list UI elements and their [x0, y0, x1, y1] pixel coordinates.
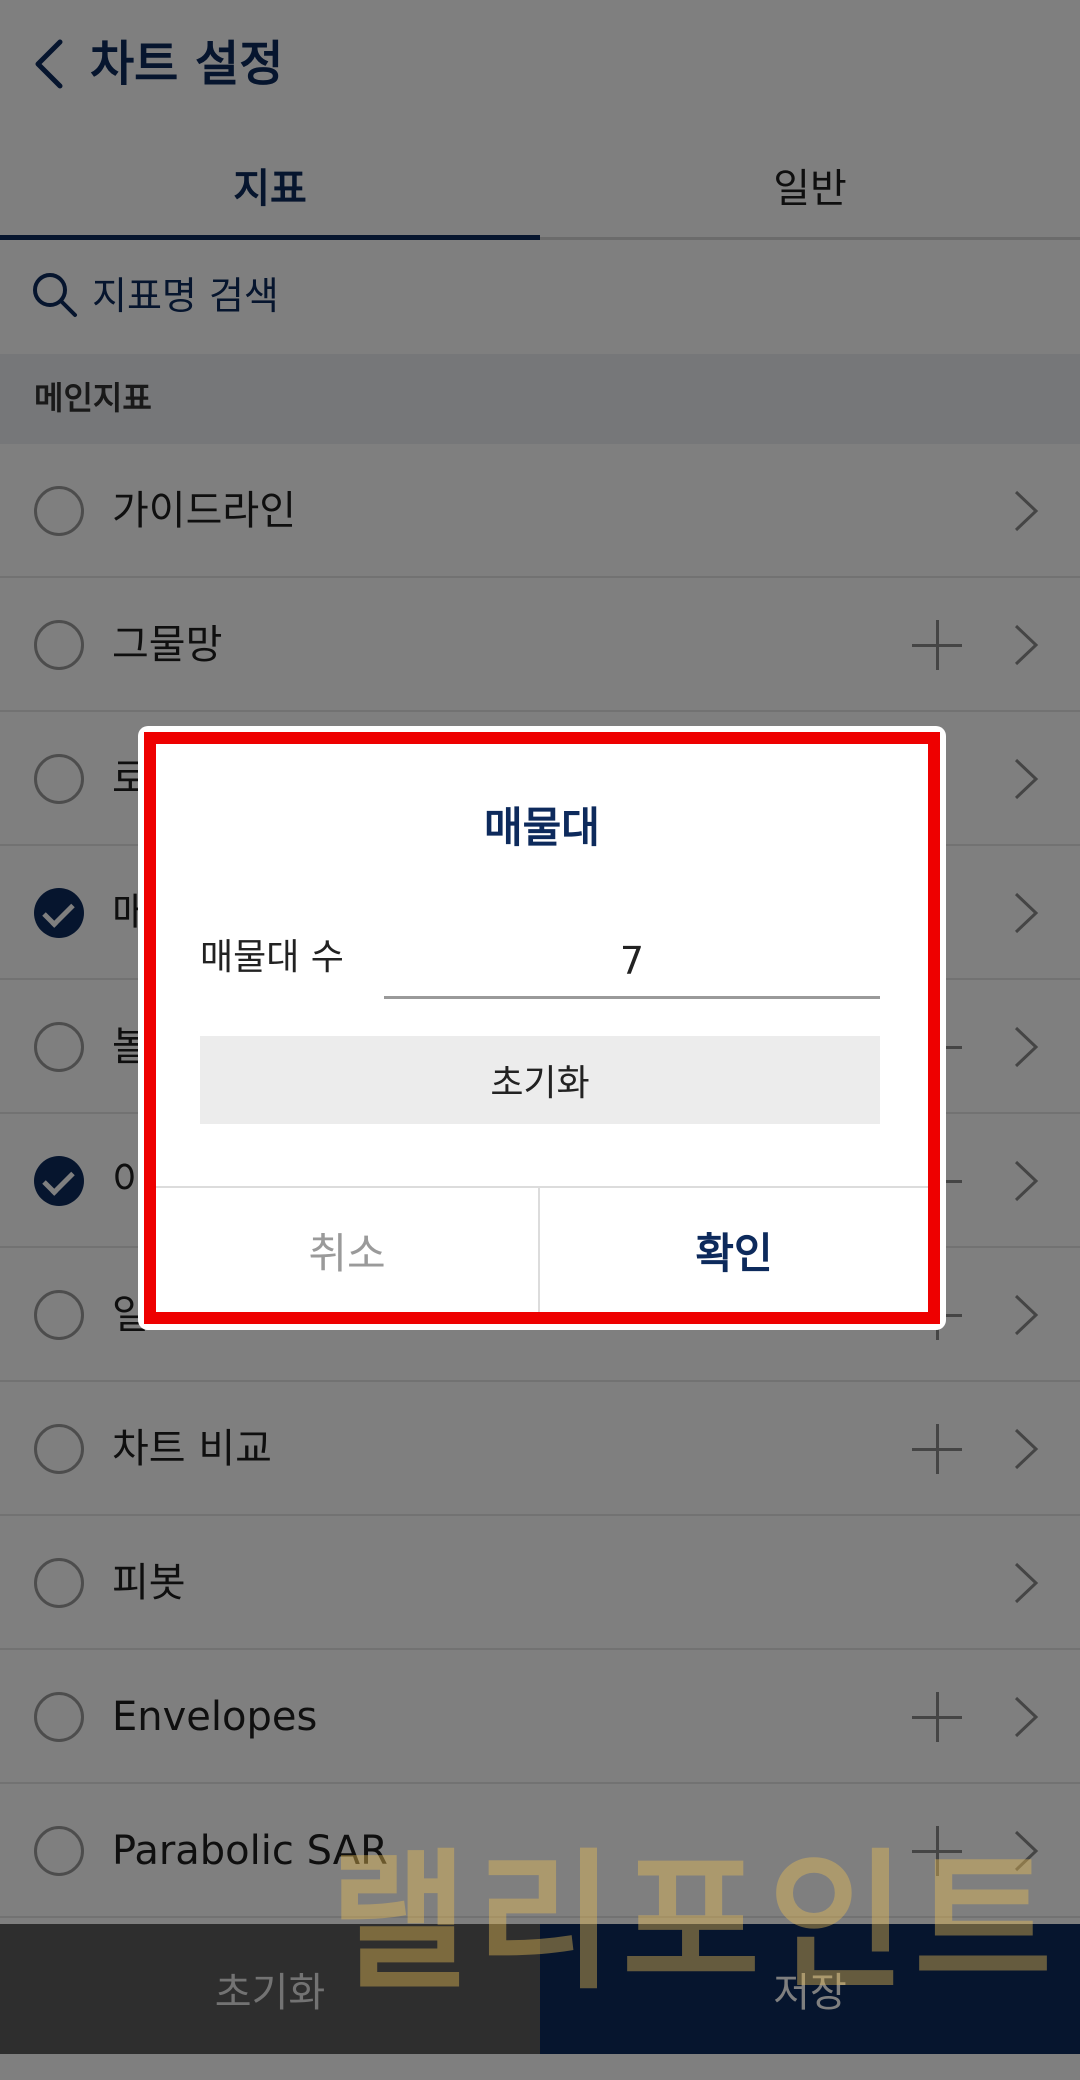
- volume-count-input[interactable]: [384, 926, 880, 999]
- watermark-logo: 랠리포인트: [330, 1836, 1061, 2010]
- dialog-reset-button[interactable]: 초기화: [200, 1036, 880, 1124]
- field-label: 매물대 수: [200, 937, 344, 978]
- cancel-button[interactable]: 취소: [156, 1188, 538, 1312]
- dialog-title: 매물대: [484, 803, 600, 852]
- confirm-button[interactable]: 확인: [540, 1188, 928, 1312]
